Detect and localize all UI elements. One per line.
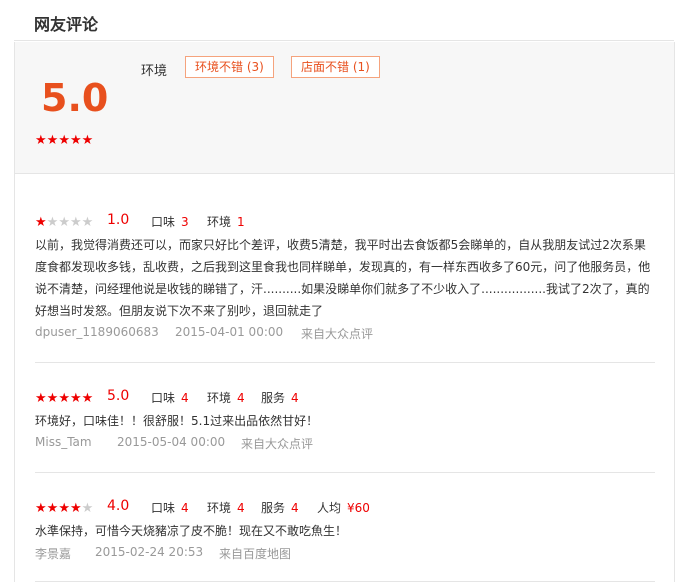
review-date: 2015-05-04 00:00 — [117, 435, 226, 449]
review-source: 来自大众点评 — [241, 437, 314, 451]
review-item: ★★★★★ 1.0 口味 3 环境 1 以前，我觉得消费还可以，而家只好比个差评，收… — [35, 212, 655, 343]
title-divider — [14, 40, 674, 41]
star-icon: ★ — [46, 501, 59, 516]
review-header: ★★★★★ 1.0 口味 3 环境 1 — [35, 212, 655, 232]
tag-category-label: 环境 — [141, 64, 168, 79]
review-text: 水準保持，可惜今天烧豬凉了皮不脆！现在又不敢吃魚生！ — [35, 524, 348, 538]
overall-stars: ★★★★★ — [35, 129, 93, 148]
reviews-box: 5.0 ★★★★★ 环境 环境不错 (3) 店面不错 (1) ★★★★★ 1.0… — [14, 42, 675, 582]
star-icon: ★ — [81, 501, 94, 516]
review-text: 以前，我觉得消费还可以，而家只好比个差评，收费5清楚，我平时出去食饭都5会睇单的… — [35, 238, 651, 318]
star-icon: ★ — [46, 391, 59, 406]
review-text: 环境好，口味佳！！很舒服！5.1过来出品依然甘好！ — [35, 414, 319, 428]
star-icon: ★ — [58, 215, 70, 230]
review-stars: ★★★★★ — [35, 215, 93, 230]
tag-environment-good[interactable]: 环境不错 (3) — [185, 56, 274, 78]
review-header: ★★★★★ 4.0 口味 4 环境 4 服务 4 人均 ¥60 — [35, 498, 655, 518]
section-title: 网友评论 — [34, 15, 99, 34]
rating-environment: 环境 4 — [207, 501, 245, 515]
star-icon: ★ — [46, 133, 59, 148]
rating-summary: 5.0 ★★★★★ 环境 环境不错 (3) 店面不错 (1) — [15, 42, 674, 174]
star-icon: ★ — [81, 391, 94, 406]
star-icon: ★ — [35, 391, 47, 406]
review-divider — [35, 472, 655, 473]
star-icon: ★ — [69, 501, 82, 516]
review-source: 来自大众点评 — [301, 327, 374, 341]
review-item: ★★★★★ 4.0 口味 4 环境 4 服务 4 人均 ¥60 水準保持，可惜今天烧豬凉… — [35, 498, 655, 563]
reviews-panel: 网友评论 5.0 ★★★★★ 环境 环境不错 (3) 店面不错 (1) ★★★★… — [0, 0, 689, 587]
star-icon: ★ — [35, 501, 47, 516]
review-date: 2015-04-01 00:00 — [175, 325, 284, 339]
rating-environment: 环境 4 — [207, 391, 245, 405]
star-icon: ★ — [35, 133, 47, 148]
review-stars: ★★★★★ — [35, 391, 93, 406]
review-score: 4.0 — [107, 498, 130, 514]
overall-score: 5.0 — [41, 76, 109, 120]
review-header: ★★★★★ 5.0 口味 4 环境 4 服务 4 — [35, 388, 655, 408]
review-date: 2015-02-24 20:53 — [95, 545, 204, 559]
review-stars: ★★★★★ — [35, 501, 93, 516]
review-user[interactable]: 李景嘉 — [35, 545, 71, 562]
tag-storefront-good[interactable]: 店面不错 (1) — [291, 56, 380, 78]
rating-taste: 口味 4 — [151, 501, 189, 515]
star-icon: ★ — [69, 133, 82, 148]
star-icon: ★ — [69, 391, 82, 406]
rating-taste: 口味 4 — [151, 391, 189, 405]
star-icon: ★ — [58, 501, 70, 516]
rating-taste: 口味 3 — [151, 215, 189, 229]
review-item: ★★★★★ 5.0 口味 4 环境 4 服务 4 环境好，口味佳！！很舒服！5.1过来… — [35, 388, 655, 453]
review-score: 1.0 — [107, 212, 130, 228]
rating-service: 服务 4 — [261, 501, 299, 515]
review-divider — [35, 581, 655, 582]
review-user[interactable]: Miss_Tam — [35, 435, 92, 449]
star-icon: ★ — [46, 215, 59, 230]
review-source: 来自百度地图 — [219, 547, 292, 561]
review-divider — [35, 362, 655, 363]
review-meta: Miss_Tam 2015-05-04 00:00 来自大众点评 — [35, 435, 655, 453]
star-icon: ★ — [58, 133, 70, 148]
review-score: 5.0 — [107, 388, 130, 404]
star-icon: ★ — [69, 215, 82, 230]
star-icon: ★ — [81, 215, 94, 230]
rating-service: 服务 4 — [261, 391, 299, 405]
review-meta: dpuser_1189060683 2015-04-01 00:00 来自大众点… — [35, 325, 655, 343]
rating-per-capita: 人均 ¥60 — [317, 501, 370, 515]
review-meta: 李景嘉 2015-02-24 20:53 来自百度地图 — [35, 545, 655, 563]
review-user[interactable]: dpuser_1189060683 — [35, 325, 159, 339]
rating-environment: 环境 1 — [207, 215, 245, 229]
star-icon: ★ — [35, 215, 47, 230]
star-icon: ★ — [58, 391, 70, 406]
star-icon: ★ — [81, 133, 94, 148]
